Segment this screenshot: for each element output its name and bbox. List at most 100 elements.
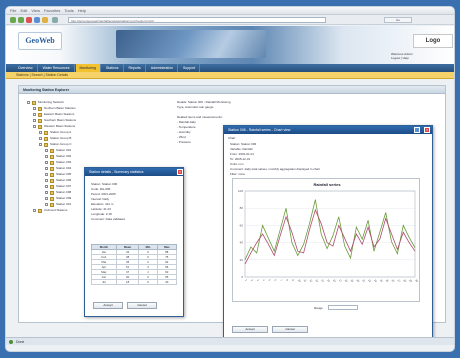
expand-icon[interactable] [33, 125, 36, 128]
tree-node-label: Western Basin Stations [44, 124, 76, 128]
cancel-button[interactable]: Cancel [272, 326, 308, 333]
search-icon[interactable] [52, 17, 58, 23]
tree-node-label: Station 010 [56, 202, 72, 206]
nav-item[interactable]: Water Resources [39, 64, 75, 72]
nav-item[interactable]: Monitoring [75, 64, 101, 72]
menu-item[interactable]: View [31, 8, 40, 14]
x-tick-label: 18 [344, 278, 349, 283]
accept-button[interactable]: Accept [93, 302, 123, 309]
tree-node-label: Station Group C [50, 142, 72, 146]
expand-icon[interactable] [39, 131, 42, 134]
tree-node-label: Station 003 [56, 160, 72, 164]
nav-item[interactable]: Reports [125, 64, 146, 72]
table-cell: Jul [91, 279, 117, 285]
expand-icon[interactable] [45, 191, 48, 194]
expand-icon[interactable] [45, 173, 48, 176]
x-tick-label: 26 [391, 278, 396, 283]
expand-icon[interactable] [27, 101, 30, 104]
tree-node-label: Station Group A [50, 130, 72, 134]
folder-icon [50, 172, 54, 177]
expand-icon[interactable] [45, 197, 48, 200]
expand-icon[interactable] [33, 209, 36, 212]
nav-item[interactable]: Stations [102, 64, 124, 72]
tree-node-label: Archived Stations [44, 208, 68, 212]
tree-node-label: Station 004 [56, 166, 72, 170]
back-icon[interactable] [10, 17, 16, 23]
range-input[interactable] [328, 305, 358, 310]
tree-node-label: Station 009 [56, 196, 72, 200]
expand-icon[interactable] [33, 119, 36, 122]
menu-item[interactable]: Edit [20, 8, 27, 14]
tree-node-label: Station Group B [50, 136, 72, 140]
expand-icon[interactable] [45, 167, 48, 170]
folder-icon [38, 118, 42, 123]
x-tick-label: 9 [291, 278, 295, 282]
x-tick-label: 1 [244, 278, 248, 282]
go-button[interactable]: Go [384, 17, 412, 23]
folder-icon [44, 130, 48, 135]
x-tick-label: 30 [414, 278, 419, 283]
expand-icon[interactable] [45, 149, 48, 152]
table-cell: 18 [115, 279, 140, 285]
expand-icon[interactable] [39, 143, 42, 146]
nav-item[interactable]: Support [179, 64, 201, 72]
expand-icon[interactable] [33, 113, 36, 116]
x-tick-label: 27 [397, 278, 402, 283]
chart-area: Rainfall series 0 20 40 60 80 100 1 2 3 4 5 6 7 8 9 10 11… [232, 178, 420, 302]
x-tick-label: 2 [250, 278, 254, 282]
expand-icon[interactable] [45, 203, 48, 206]
menu-item[interactable]: Help [78, 8, 86, 14]
home-icon[interactable] [42, 17, 48, 23]
x-tick-label: 13 [315, 278, 320, 283]
folder-icon [50, 202, 54, 207]
cancel-button[interactable]: Cancel [127, 302, 157, 309]
nav-item[interactable]: Overview [14, 64, 38, 72]
minimize-icon[interactable] [414, 127, 420, 133]
user-info: Welcome Admin Logout | Help [391, 52, 454, 60]
subnav-links[interactable]: Stations | Search | Station Details [6, 73, 68, 77]
series-line-2 [244, 208, 416, 265]
x-tick-label: 15 [326, 278, 331, 283]
browser-window: File Edit View Favorites Tools Help http://se… [5, 6, 455, 352]
menu-item[interactable]: Tools [64, 8, 73, 14]
forward-icon[interactable] [18, 17, 24, 23]
close-icon[interactable]: × [424, 127, 430, 133]
address-bar[interactable]: http://server/geoweb/rainfall/analysis/s… [68, 17, 326, 23]
expand-icon[interactable] [45, 179, 48, 182]
stop-icon[interactable] [26, 17, 32, 23]
y-tick-label: 40 [240, 241, 244, 245]
folder-icon [50, 196, 54, 201]
table-cell: 40 [156, 279, 178, 285]
expand-icon[interactable] [45, 185, 48, 188]
expand-icon[interactable] [33, 107, 36, 110]
folder-icon [38, 112, 42, 117]
nav-item[interactable]: Administration [147, 64, 178, 72]
close-icon[interactable]: × [177, 169, 183, 175]
browser-menubar: File Edit View Favorites Tools Help [6, 7, 454, 15]
summary-table: Month Mean Min Max Jan 42 0 88 Feb 38 0 75 Mar 45 2 92 A… [91, 244, 178, 285]
table-row[interactable]: Jul 18 0 40 [91, 279, 178, 285]
rainfall-chart: Rainfall series0204060801001 2 3 4 5 6 7 8 9 10 11… [238, 182, 419, 283]
site-logo[interactable]: GeoWeb [18, 32, 62, 50]
x-tick-label: 5 [268, 278, 272, 282]
summary-dialog-title[interactable]: Station details - Summary statistics [85, 168, 183, 176]
tree-node-label: Station 007 [56, 184, 72, 188]
folder-icon [38, 208, 42, 213]
expand-icon[interactable] [45, 155, 48, 158]
x-tick-label: 29 [408, 278, 413, 283]
accept-button[interactable]: Accept [232, 326, 268, 333]
x-tick-label: 28 [402, 278, 407, 283]
expand-icon[interactable] [39, 137, 42, 140]
folder-icon [50, 160, 54, 165]
menu-item[interactable]: Favorites [44, 8, 60, 14]
panel-title: Monitoring Station Explorer [19, 86, 445, 94]
menu-item[interactable]: File [10, 8, 16, 14]
expand-icon[interactable] [45, 161, 48, 164]
user-links[interactable]: Logout | Help [391, 56, 454, 60]
refresh-icon[interactable] [34, 17, 40, 23]
chart-dialog-title[interactable]: Station 006 - Rainfall series - Chart vi… [224, 126, 432, 134]
tree-node-label: Southern Basin Stations [44, 118, 77, 122]
tree-node-label: Station 001 [56, 148, 72, 152]
tree-node-label: Station 006 [56, 178, 72, 182]
x-tick-label: 24 [379, 278, 384, 283]
